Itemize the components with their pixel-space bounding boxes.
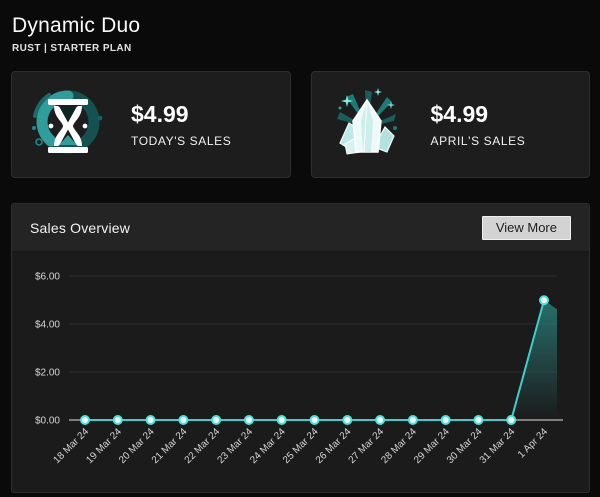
stat-text: $4.99 TODAY'S SALES [131, 101, 231, 148]
sales-line-chart: $0.00$2.00$4.00$6.0018 Mar 2419 Mar 2420… [35, 272, 563, 466]
stat-text: $4.99 APRIL'S SALES [431, 101, 526, 148]
stat-card-aprils-sales: $4.99 APRIL'S SALES [310, 71, 590, 178]
svg-text:31 Mar 24: 31 Mar 24 [478, 426, 518, 466]
svg-text:$4.00: $4.00 [35, 320, 60, 331]
page-title: Dynamic Duo [12, 14, 141, 37]
sales-overview-panel: Sales Overview View More $0.00 $2.00 $4.00… [11, 203, 590, 493]
gem-icon [327, 85, 407, 165]
sales-overview-title: Sales Overview [30, 219, 131, 236]
page-header: Dynamic Duo RUST | STARTER PLAN [0, 0, 600, 55]
svg-text:$6.00: $6.00 [35, 272, 60, 283]
stat-label-april: APRIL'S SALES [430, 134, 526, 148]
stats-row: $4.99 TODAY'S SALES $4.99 APRIL'S SALES [11, 71, 590, 178]
stat-label-today: TODAY'S SALES [131, 134, 232, 148]
hourglass-icon [27, 85, 107, 165]
sales-chart-area: $0.00 $2.00 $4.00 $6.00 18 Mar 24 19 Mar 24 20… [12, 252, 588, 492]
stat-value-today: $4.99 [131, 101, 189, 127]
stat-value-april: $4.99 [430, 101, 489, 127]
view-more-button[interactable]: View More [481, 215, 571, 240]
stat-card-todays-sales: $4.99 TODAY'S SALES [11, 71, 291, 178]
svg-text:$0.00: $0.00 [35, 416, 60, 427]
sales-overview-header: Sales Overview View More [12, 204, 589, 252]
svg-text:1 Apr 24: 1 Apr 24 [516, 426, 550, 460]
svg-text:$2.00: $2.00 [35, 368, 60, 379]
page-subtitle: RUST | STARTER PLAN [12, 43, 132, 54]
